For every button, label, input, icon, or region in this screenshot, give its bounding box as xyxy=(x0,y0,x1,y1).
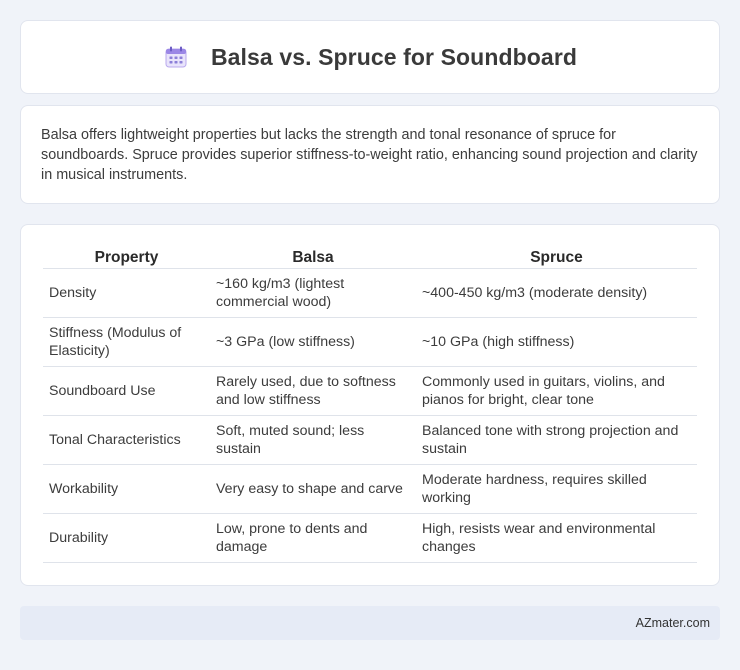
cell-property: Durability xyxy=(43,514,210,563)
header-property: Property xyxy=(43,245,210,269)
table-row: Soundboard Use Rarely used, due to softn… xyxy=(43,367,697,416)
footer: AZmater.com xyxy=(20,606,720,640)
cell-balsa: Soft, muted sound; less sustain xyxy=(210,416,416,465)
table-row: Stiffness (Modulus of Elasticity) ~3 GPa… xyxy=(43,318,697,367)
cell-spruce: High, resists wear and environmental cha… xyxy=(416,514,697,563)
table-header-row: Property Balsa Spruce xyxy=(43,245,697,269)
cell-property: Soundboard Use xyxy=(43,367,210,416)
footer-brand-link[interactable]: AZmater.com xyxy=(636,616,710,630)
table-row: Workability Very easy to shape and carve… xyxy=(43,465,697,514)
table-row: Durability Low, prone to dents and damag… xyxy=(43,514,697,563)
summary-text: Balsa offers lightweight properties but … xyxy=(41,127,698,183)
calendar-icon xyxy=(165,46,187,68)
table-row: Density ~160 kg/m3 (lightest commercial … xyxy=(43,269,697,318)
cell-property: Workability xyxy=(43,465,210,514)
cell-balsa: Low, prone to dents and damage xyxy=(210,514,416,563)
cell-spruce: ~10 GPa (high stiffness) xyxy=(416,318,697,367)
header-spruce: Spruce xyxy=(416,245,697,269)
cell-spruce: Balanced tone with strong projection and… xyxy=(416,416,697,465)
cell-property: Tonal Characteristics xyxy=(43,416,210,465)
cell-spruce: ~400-450 kg/m3 (moderate density) xyxy=(416,269,697,318)
table-row: Tonal Characteristics Soft, muted sound;… xyxy=(43,416,697,465)
cell-property: Density xyxy=(43,269,210,318)
title-card: Balsa vs. Spruce for Soundboard xyxy=(20,20,720,94)
cell-spruce: Commonly used in guitars, violins, and p… xyxy=(416,367,697,416)
title-wrap: Balsa vs. Spruce for Soundboard xyxy=(163,44,577,71)
cell-property: Stiffness (Modulus of Elasticity) xyxy=(43,318,210,367)
cell-balsa: ~3 GPa (low stiffness) xyxy=(210,318,416,367)
comparison-card: Property Balsa Spruce Density ~160 kg/m3… xyxy=(20,224,720,586)
cell-balsa: Rarely used, due to softness and low sti… xyxy=(210,367,416,416)
cell-balsa: ~160 kg/m3 (lightest commercial wood) xyxy=(210,269,416,318)
summary-card: Balsa offers lightweight properties but … xyxy=(20,105,720,204)
header-balsa: Balsa xyxy=(210,245,416,269)
cell-spruce: Moderate hardness, requires skilled work… xyxy=(416,465,697,514)
cell-balsa: Very easy to shape and carve xyxy=(210,465,416,514)
page-title: Balsa vs. Spruce for Soundboard xyxy=(210,43,578,70)
comparison-table: Property Balsa Spruce Density ~160 kg/m3… xyxy=(43,245,697,563)
